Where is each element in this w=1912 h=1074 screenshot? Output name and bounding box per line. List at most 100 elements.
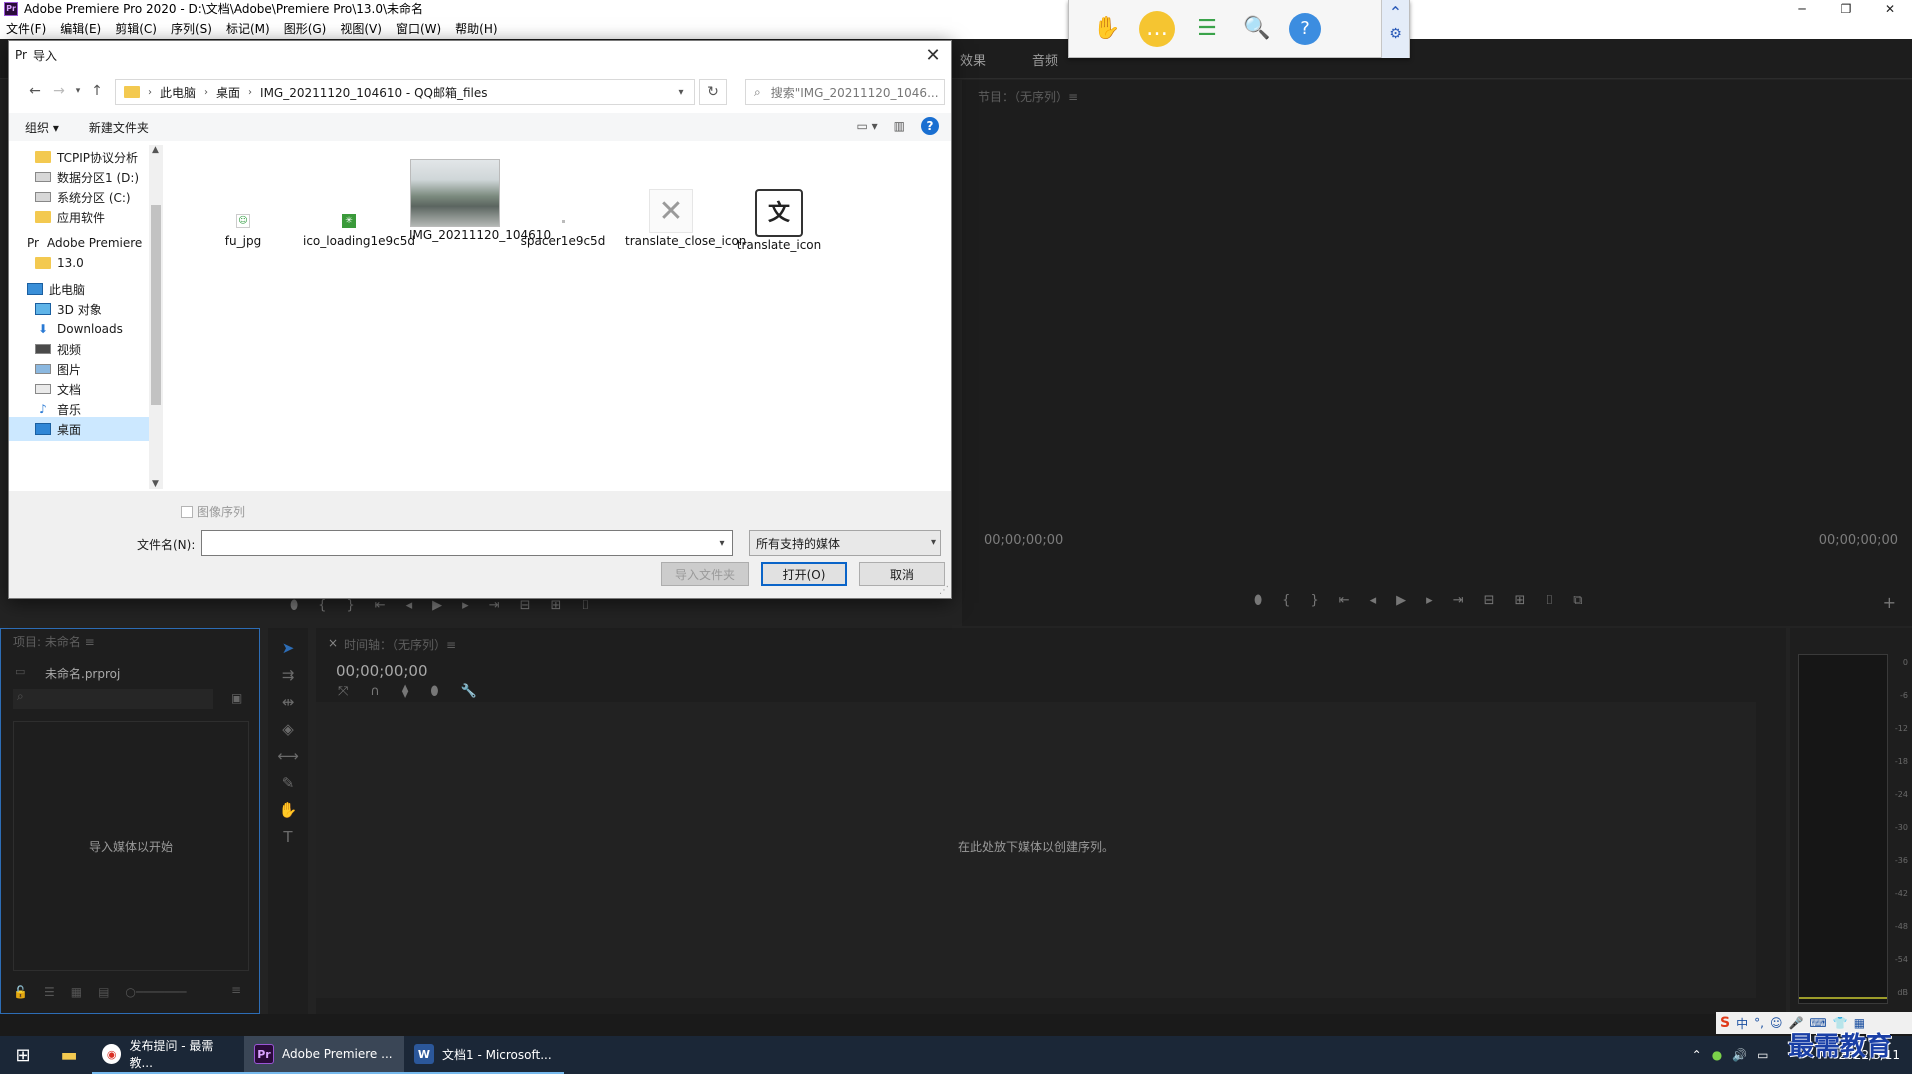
freeform-view-icon[interactable]: ▤	[98, 985, 109, 999]
network-icon[interactable]: ▭	[1757, 1048, 1768, 1062]
navigation-scrollbar[interactable]: ▲ ▼	[149, 145, 163, 489]
lock-icon[interactable]: 🔓	[13, 985, 28, 999]
up-arrow-icon[interactable]: ↑	[85, 79, 109, 103]
filetype-select[interactable]: 所有支持的媒体 ▾	[749, 530, 941, 556]
breadcrumb-this-pc[interactable]: 此电脑	[160, 84, 196, 101]
timeline-close-icon[interactable]: ×	[328, 636, 338, 650]
file-item[interactable]: ☺ fu_jpg	[197, 209, 289, 250]
nav-item-apps[interactable]: 应用软件	[35, 205, 161, 229]
new-search-bin-icon[interactable]: ▣	[231, 691, 242, 705]
open-button[interactable]: 打开(O)	[761, 562, 847, 586]
ime-language[interactable]: 中	[1736, 1015, 1748, 1032]
type-tool-icon[interactable]: T	[268, 823, 308, 850]
program-timecode-current[interactable]: 00;00;00;00	[984, 533, 1063, 548]
recent-locations-icon[interactable]: ▾	[71, 79, 85, 103]
source-camera-icon[interactable]: ⌷	[581, 598, 589, 613]
scrollbar-thumb[interactable]	[151, 205, 161, 405]
menu-sequence[interactable]: 序列(S)	[171, 20, 212, 37]
new-folder-button[interactable]: 新建文件夹	[89, 119, 149, 136]
add-button-icon[interactable]: +	[1883, 593, 1896, 612]
windows-start-icon[interactable]: ⊞	[0, 1036, 46, 1074]
comment-icon[interactable]: …	[1139, 10, 1175, 47]
breadcrumb-current-folder[interactable]: IMG_20211120_104610 - QQ邮箱_files	[260, 84, 487, 101]
file-item[interactable]: ✕ translate_close_icon	[625, 189, 746, 250]
track-select-tool-icon[interactable]: ⇉	[268, 661, 308, 688]
file-item[interactable]: ✳ ico_loading1e9c5d	[303, 209, 415, 250]
source-insert-icon[interactable]: ⊟	[520, 598, 531, 613]
timeline-title[interactable]: 时间轴：（无序列）≡	[344, 636, 456, 653]
checkbox-box[interactable]	[181, 505, 193, 518]
chevron-up-icon[interactable]: ⌃	[1692, 1048, 1702, 1062]
selection-tool-icon[interactable]: ➤	[268, 634, 308, 661]
project-drop-area[interactable]: 导入媒体以开始	[13, 721, 249, 971]
source-go-in-icon[interactable]: ⇤	[375, 598, 386, 613]
menu-edit[interactable]: 编辑(E)	[60, 20, 101, 37]
refresh-button[interactable]: ↻	[699, 79, 727, 105]
source-mark-in-icon[interactable]: {	[318, 598, 326, 613]
chevron-down-icon[interactable]: ▾	[931, 537, 936, 548]
timeline-timecode[interactable]: 00;00;00;00	[336, 662, 428, 680]
preview-pane-icon[interactable]: ▥	[894, 119, 905, 133]
menu-view[interactable]: 视图(V)	[340, 20, 382, 37]
go-to-in-icon[interactable]: ⇤	[1339, 593, 1350, 608]
taskbar-app-word[interactable]: W 文档1 - Microsoft...	[404, 1036, 564, 1074]
help-icon[interactable]: ?	[921, 117, 939, 135]
ripple-edit-tool-icon[interactable]: ⇹	[268, 688, 308, 715]
source-play-icon[interactable]: ▶	[432, 598, 442, 613]
lift-icon[interactable]: ⊟	[1484, 593, 1495, 608]
linked-selection-icon[interactable]: ⧫	[402, 684, 408, 699]
minimize-button[interactable]: ─	[1780, 0, 1824, 17]
play-icon[interactable]: ▶	[1396, 593, 1406, 608]
image-sequence-checkbox[interactable]: 图像序列	[181, 503, 245, 520]
marker-icon[interactable]: ⬮	[1254, 593, 1262, 608]
breadcrumb-desktop[interactable]: 桌面	[216, 84, 240, 101]
toolbar-collapse-icon[interactable]: ⌃ ⚙	[1381, 0, 1409, 58]
menu-graphics[interactable]: 图形(G)	[284, 20, 327, 37]
sort-icon[interactable]: ≡	[231, 983, 241, 997]
taskbar-app-premiere[interactable]: Pr Adobe Premiere ...	[244, 1036, 404, 1074]
file-explorer-icon[interactable]: ▬	[46, 1036, 92, 1074]
back-arrow-icon[interactable]: ←	[23, 79, 47, 103]
source-step-back-icon[interactable]: ◂	[406, 598, 413, 613]
wrench-icon[interactable]: 🔧	[461, 684, 477, 699]
file-item[interactable]: IMG_20211120_104610	[409, 159, 551, 244]
go-to-out-icon[interactable]: ⇥	[1453, 593, 1464, 608]
taskbar-app-chrome[interactable]: ◉ 发布提问 - 最需教...	[92, 1036, 244, 1074]
source-marker-icon[interactable]: ⬮	[290, 598, 298, 613]
close-app-button[interactable]: ✕	[1868, 0, 1912, 17]
menu-clip[interactable]: 剪辑(C)	[115, 20, 157, 37]
menu-file[interactable]: 文件(F)	[6, 20, 46, 37]
add-marker-icon[interactable]: ⬮	[430, 684, 438, 699]
project-panel-title[interactable]: 项目: 未命名 ≡	[13, 633, 95, 650]
cancel-button[interactable]: 取消	[859, 562, 945, 586]
filename-input[interactable]: ▾	[201, 530, 733, 556]
maximize-button[interactable]: ❐	[1824, 0, 1868, 17]
menu-markers[interactable]: 标记(M)	[226, 20, 270, 37]
mark-out-icon[interactable]: }	[1310, 593, 1318, 608]
pen-tool-icon[interactable]: ✎	[268, 769, 308, 796]
scroll-down-icon[interactable]: ▼	[152, 479, 159, 489]
organize-button[interactable]: 组织 ▾	[25, 119, 59, 136]
dialog-titlebar[interactable]: Pr 导入	[9, 41, 951, 69]
icon-view-icon[interactable]: ▦	[71, 985, 82, 999]
step-forward-icon[interactable]: ▸	[1426, 593, 1433, 608]
dialog-close-button[interactable]: ✕	[921, 43, 945, 67]
resize-grip-icon[interactable]: ⋰	[939, 585, 949, 596]
file-item[interactable]: 文 translate_icon	[733, 189, 825, 254]
mark-in-icon[interactable]: {	[1282, 593, 1290, 608]
workspace-tab-effects[interactable]: 效果	[960, 50, 986, 69]
punctuation-icon[interactable]: °,	[1754, 1016, 1764, 1030]
chevron-down-icon[interactable]: ▾	[712, 531, 732, 555]
list-view-icon[interactable]: ☰	[44, 985, 55, 999]
source-overwrite-icon[interactable]: ⊞	[551, 598, 562, 613]
scroll-up-icon[interactable]: ▲	[152, 145, 159, 155]
search-input[interactable]: ⌕ 搜索"IMG_20211120_1046...	[745, 79, 945, 105]
source-mark-out-icon[interactable]: }	[346, 598, 354, 613]
chevron-down-icon[interactable]: ▾	[668, 80, 694, 104]
file-item[interactable]: spacer1e9c5d	[517, 209, 609, 250]
change-view-icon[interactable]: ▭ ▾	[856, 119, 877, 133]
export-list-icon[interactable]: ☰	[1189, 11, 1225, 47]
button-editor-icon[interactable]: ⧉	[1573, 593, 1582, 608]
security-icon[interactable]: ●	[1712, 1048, 1722, 1062]
step-back-icon[interactable]: ◂	[1370, 593, 1377, 608]
